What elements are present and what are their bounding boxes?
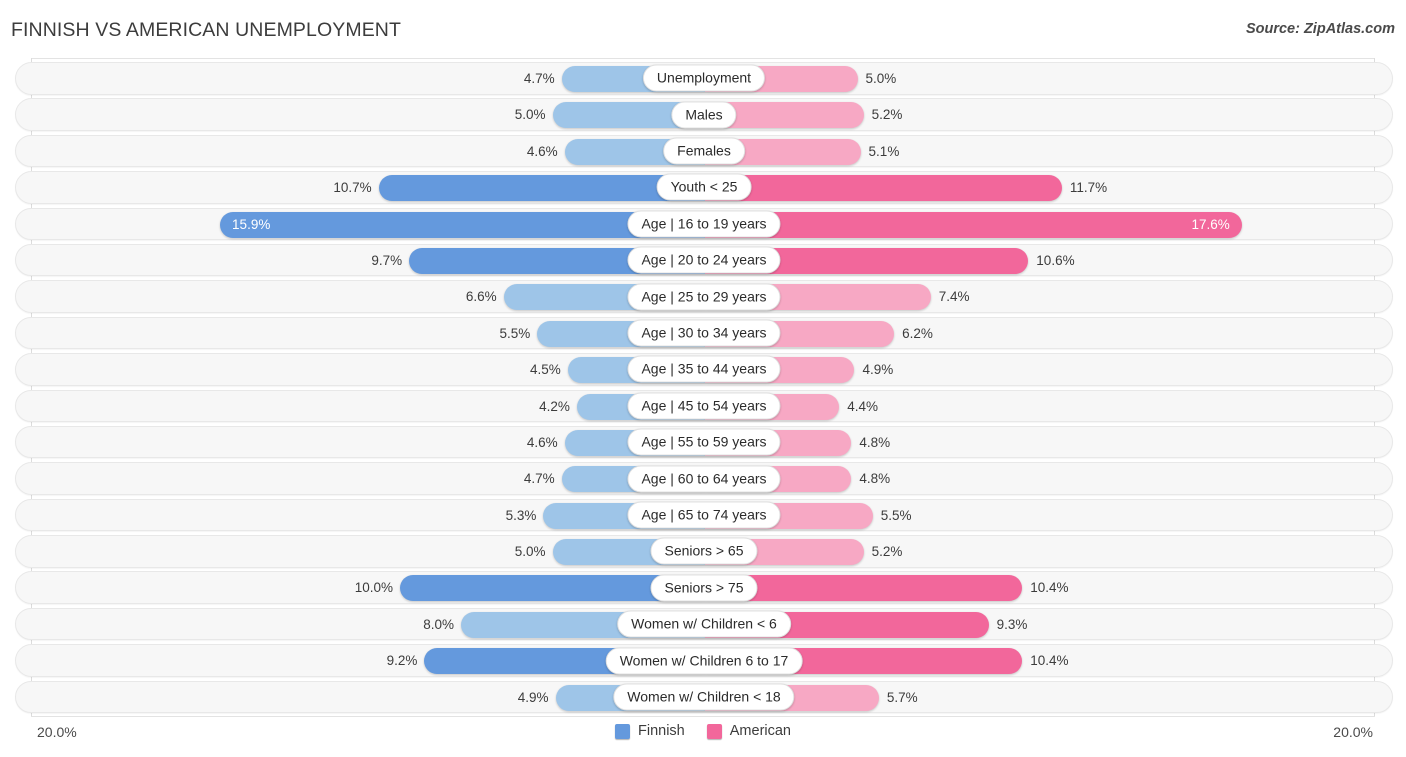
finnish-value-label: 4.6% [526,434,558,450]
table-row[interactable]: 4.7% 4.8% Age | 60 to 64 years [15,462,1393,495]
american-value-label: 17.6% [1191,216,1230,232]
category-label[interactable]: Women w/ Children < 18 [613,683,795,711]
legend-item[interactable]: American [706,723,791,739]
table-row[interactable]: 8.0% 9.3% Women w/ Children < 6 [15,607,1393,641]
category-label[interactable]: Age | 25 to 29 years [627,283,781,311]
american-bar-wrapper: 17.6% [705,211,1242,238]
american-value-label: 5.7% [886,689,918,705]
table-row[interactable]: 10.0% 10.4% Seniors > 75 [15,571,1393,604]
plot-area: 4.7% 5.0% Unemployment 5.0% 5.2% Males 4.6% 5.1… [15,58,1393,717]
category-label[interactable]: Age | 16 to 19 years [627,210,781,238]
table-row[interactable]: 4.2% 4.4% Age | 45 to 54 years [15,389,1393,423]
table-row[interactable]: 4.5% 4.9% Age | 35 to 44 years [15,353,1393,386]
finnish-value-label: 6.6% [465,289,497,305]
finnish-value-label: 4.5% [529,362,561,378]
american-value-label: 5.1% [868,143,900,159]
category-label[interactable]: Males [671,101,737,129]
chart-footer: 20.0% 20.0% Finnish American [0,717,1406,757]
category-label[interactable]: Age | 30 to 34 years [627,319,781,347]
table-row[interactable]: 4.9% 5.7% Women w/ Children < 18 [15,680,1393,714]
american-value-label: 10.4% [1030,580,1069,596]
american-value-label: 9.3% [996,616,1028,632]
category-label[interactable]: Seniors > 65 [650,537,758,565]
finnish-value-label: 8.0% [423,616,454,632]
finnish-value-label: 10.0% [354,580,393,596]
finnish-value-label: 5.3% [505,507,537,523]
table-row[interactable]: 5.5% 6.2% Age | 30 to 34 years [15,316,1393,350]
table-row[interactable]: 9.7% 10.6% Age | 20 to 24 years [15,243,1393,277]
table-row[interactable]: 15.9% 17.6% Age | 16 to 19 years [15,207,1393,241]
table-row[interactable]: 10.7% 11.7% Youth < 25 [15,171,1393,204]
finnish-value-label: 5.0% [514,544,546,560]
table-row[interactable]: 6.6% 7.4% Age | 25 to 29 years [15,280,1393,313]
table-row[interactable]: 4.7% 5.0% Unemployment [15,62,1393,95]
finnish-value-label: 4.7% [523,471,555,487]
legend-swatch-icon [706,723,722,739]
category-label[interactable]: Age | 45 to 54 years [627,392,781,420]
finnish-value-label: 5.0% [514,107,546,123]
finnish-value-label: 9.2% [386,653,418,669]
chart-header: FINNISH VS AMERICAN UNEMPLOYMENT Source:… [0,0,1406,58]
table-row[interactable]: 4.6% 4.8% Age | 55 to 59 years [15,425,1393,459]
category-label[interactable]: Women w/ Children < 6 [617,610,791,638]
finnish-value-label: 9.7% [371,252,403,268]
american-value-label: 10.6% [1036,252,1075,268]
finnish-value-label: 4.6% [526,143,558,159]
american-value-label: 7.4% [938,289,970,305]
category-label[interactable]: Women w/ Children 6 to 17 [605,647,803,674]
american-value-label: 4.8% [859,434,891,450]
category-label[interactable]: Age | 35 to 44 years [627,355,781,383]
american-value-label: 5.0% [865,71,897,86]
american-value-label: 5.5% [880,507,912,523]
source-attribution: Source: ZipAtlas.com [1245,21,1395,37]
chart-page: FINNISH VS AMERICAN UNEMPLOYMENT Source:… [0,0,1406,757]
american-value-label: 10.4% [1030,653,1069,669]
category-label[interactable]: Seniors > 75 [650,574,758,602]
american-bar[interactable] [705,211,1242,238]
legend-swatch-icon [615,723,630,739]
american-bar-wrapper: 11.7% [705,175,1107,202]
category-label[interactable]: Age | 55 to 59 years [627,428,781,456]
american-value-label: 5.2% [871,544,903,560]
finnish-value-label: 4.7% [523,71,555,86]
legend-item[interactable]: Finnish [615,723,685,739]
category-label[interactable]: Age | 65 to 74 years [627,501,781,529]
table-row[interactable]: 5.3% 5.5% Age | 65 to 74 years [15,498,1393,532]
table-row[interactable]: 5.0% 5.2% Seniors > 65 [15,535,1393,568]
american-value-label: 11.7% [1069,180,1108,196]
page-title: FINNISH VS AMERICAN UNEMPLOYMENT [11,19,402,41]
legend-label: Finnish [638,723,685,739]
american-bar[interactable] [705,175,1062,202]
finnish-value-label: 4.9% [517,689,549,705]
category-label[interactable]: Age | 20 to 24 years [627,246,781,274]
category-label[interactable]: Females [663,137,745,165]
legend-label: American [729,723,791,739]
table-row[interactable]: 5.0% 5.2% Males [15,98,1393,131]
category-label[interactable]: Youth < 25 [656,173,752,201]
finnish-value-label: 15.9% [232,216,271,232]
american-value-label: 4.9% [862,362,894,378]
american-value-label: 5.2% [871,107,903,123]
finnish-value-label: 10.7% [333,180,372,196]
category-label[interactable]: Age | 60 to 64 years [627,465,781,493]
table-row[interactable]: 9.2% 10.4% Women w/ Children 6 to 17 [15,644,1393,677]
finnish-value-label: 4.2% [539,398,570,414]
american-value-label: 6.2% [902,325,933,341]
american-value-label: 4.8% [859,471,891,487]
table-row[interactable]: 4.6% 5.1% Females [15,134,1393,168]
chart-legend: Finnish American [0,723,1406,739]
category-label[interactable]: Unemployment [642,64,766,92]
american-value-label: 4.4% [847,398,878,414]
finnish-value-label: 5.5% [499,325,531,341]
bar-rows-container: 4.7% 5.0% Unemployment 5.0% 5.2% Males 4.6% 5.1… [15,62,1393,717]
